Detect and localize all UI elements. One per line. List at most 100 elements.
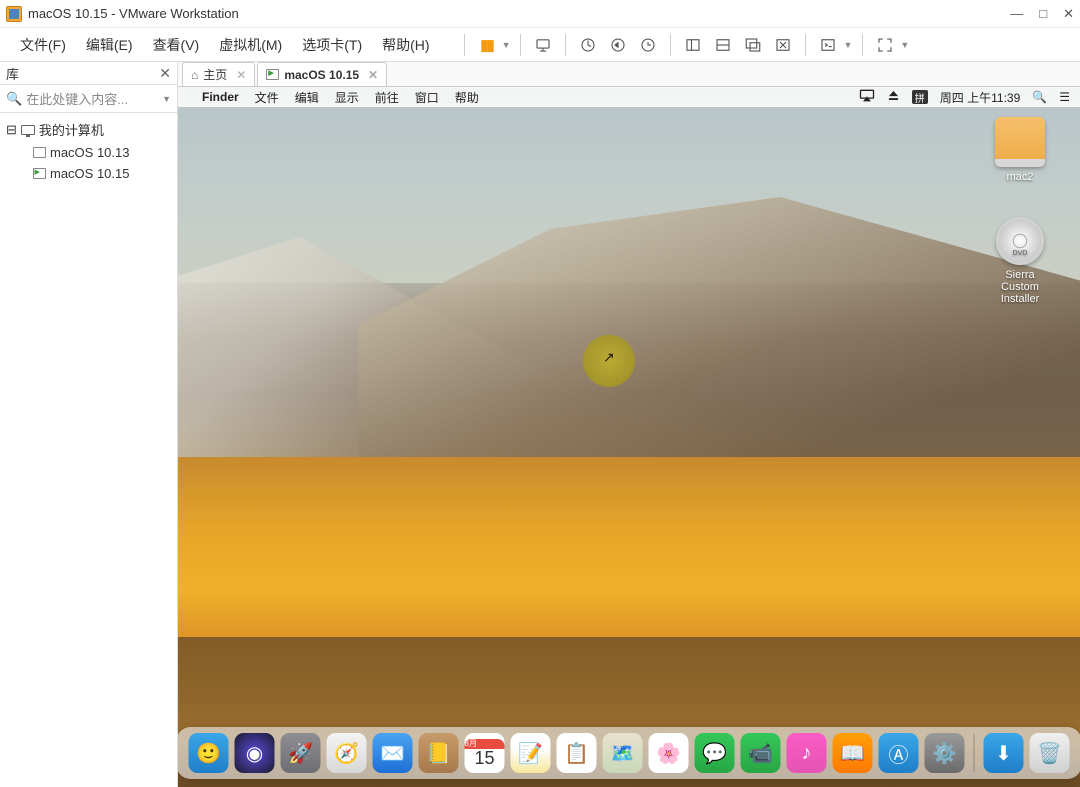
- menu-tabs[interactable]: 选项卡(T): [292, 31, 372, 59]
- macos-menu-help[interactable]: 帮助: [455, 89, 479, 106]
- snapshot-button[interactable]: [576, 34, 600, 56]
- dock-contacts-icon[interactable]: 📒: [419, 733, 459, 773]
- calendar-day-label: 15: [474, 749, 494, 767]
- input-source-button[interactable]: 拼: [912, 90, 928, 104]
- dock-facetime-icon[interactable]: 📹: [741, 733, 781, 773]
- dock-ibooks-icon[interactable]: 📖: [833, 733, 873, 773]
- menu-edit[interactable]: 编辑(E): [76, 31, 143, 59]
- view-unity-button[interactable]: [741, 34, 765, 56]
- app-menubar: 文件(F) 编辑(E) 查看(V) 虚拟机(M) 选项卡(T) 帮助(H) ▮▮…: [0, 28, 1080, 62]
- toolbar-separator: [464, 34, 465, 56]
- library-tree: ⊟ 我的计算机 macOS 10.13 macOS 10.15: [0, 113, 177, 188]
- tree-root-label: 我的计算机: [39, 120, 104, 139]
- menu-file[interactable]: 文件(F): [10, 31, 76, 59]
- dock-photos-icon[interactable]: 🌸: [649, 733, 689, 773]
- minimize-button[interactable]: —: [1010, 6, 1023, 22]
- macos-app-name[interactable]: Finder: [202, 90, 239, 104]
- dock-messages-icon[interactable]: 💬: [695, 733, 735, 773]
- view-exit-unity-button[interactable]: [771, 34, 795, 56]
- search-dropdown-icon[interactable]: ▼: [162, 94, 171, 104]
- toolbar-separator: [862, 34, 863, 56]
- cursor-highlight: [583, 335, 635, 387]
- dock-appstore-icon[interactable]: Ⓐ: [879, 733, 919, 773]
- menu-vm[interactable]: 虚拟机(M): [209, 31, 292, 59]
- home-icon: ⌂: [191, 68, 198, 82]
- dvd-icon: [996, 217, 1044, 265]
- manage-snapshot-button[interactable]: [636, 34, 660, 56]
- maximize-button[interactable]: □: [1039, 6, 1047, 22]
- dock-notes-icon[interactable]: 📝: [511, 733, 551, 773]
- tab-strip: ⌂ 主页 ✕ macOS 10.15 ✕: [178, 62, 1080, 87]
- dock-safari-icon[interactable]: 🧭: [327, 733, 367, 773]
- dock-separator: [974, 734, 975, 772]
- send-cad-button[interactable]: [531, 34, 555, 56]
- dock-itunes-icon[interactable]: ♪: [787, 733, 827, 773]
- close-button[interactable]: ✕: [1063, 6, 1074, 22]
- dock-preferences-icon[interactable]: ⚙️: [925, 733, 965, 773]
- library-close-button[interactable]: ✕: [159, 65, 171, 82]
- macos-dock: 🙂 ◉ 🚀 🧭 ✉️ 📒 8月 15 📝 📋 🗺️ 🌸 💬 📹 ♪ 📖 Ⓐ: [178, 727, 1080, 779]
- tab-close-icon[interactable]: ✕: [368, 68, 378, 82]
- dock-downloads-icon[interactable]: ⬇: [984, 733, 1024, 773]
- spotlight-icon[interactable]: 🔍: [1032, 90, 1047, 104]
- desktop-disk-label: mac2: [988, 171, 1052, 183]
- dock-trash-icon[interactable]: 🗑️: [1030, 733, 1070, 773]
- dock-calendar-icon[interactable]: 8月 15: [465, 733, 505, 773]
- revert-snapshot-button[interactable]: [606, 34, 630, 56]
- macos-clock[interactable]: 周四 上午11:39: [940, 89, 1020, 106]
- dock-launchpad-icon[interactable]: 🚀: [281, 733, 321, 773]
- fullscreen-dropdown-icon[interactable]: ▼: [900, 40, 909, 50]
- pause-vm-button[interactable]: ▮▮: [475, 34, 499, 56]
- notification-center-icon[interactable]: ☰: [1059, 90, 1070, 104]
- macos-menu-go[interactable]: 前往: [375, 89, 399, 106]
- library-sidebar: 库 ✕ 🔍 在此处键入内容... ▼ ⊟ 我的计算机 macOS 10.13 m…: [0, 62, 178, 787]
- library-search[interactable]: 🔍 在此处键入内容... ▼: [0, 85, 177, 113]
- eject-icon[interactable]: [887, 89, 900, 105]
- dock-maps-icon[interactable]: 🗺️: [603, 733, 643, 773]
- view-single-button[interactable]: [681, 34, 705, 56]
- dock-reminders-icon[interactable]: 📋: [557, 733, 597, 773]
- tree-vm-macos1015[interactable]: macOS 10.15: [4, 163, 173, 184]
- toolbar-separator: [565, 34, 566, 56]
- tree-vm-label: macOS 10.13: [50, 145, 130, 160]
- tab-close-icon[interactable]: ✕: [236, 68, 246, 82]
- desktop-disk-mac2[interactable]: mac2: [988, 117, 1052, 183]
- desktop-dvd-installer[interactable]: Sierra Custom Installer: [988, 217, 1052, 305]
- macos-menu-edit[interactable]: 编辑: [295, 89, 319, 106]
- tree-vm-label: macOS 10.15: [50, 166, 130, 181]
- tree-root-my-computer[interactable]: ⊟ 我的计算机: [4, 117, 173, 142]
- tab-home-label: 主页: [203, 66, 227, 83]
- computer-icon: [21, 125, 35, 135]
- vm-icon: [33, 147, 46, 158]
- menu-view[interactable]: 查看(V): [143, 31, 210, 59]
- window-controls: — □ ✕: [1010, 6, 1074, 22]
- airplay-icon[interactable]: [859, 89, 875, 105]
- vm-display[interactable]: Finder 文件 编辑 显示 前往 窗口 帮助 拼 周四 上午11:39 🔍 …: [178, 87, 1080, 787]
- window-title: macOS 10.15 - VMware Workstation: [28, 6, 239, 21]
- dock-finder-icon[interactable]: 🙂: [189, 733, 229, 773]
- toolbar-separator: [520, 34, 521, 56]
- fullscreen-button[interactable]: [873, 34, 897, 56]
- vm-running-icon: [266, 69, 279, 80]
- menu-help[interactable]: 帮助(H): [372, 31, 439, 59]
- toolbar: ▮▮ ▼ ▼ ▼: [460, 34, 910, 56]
- tab-vm-macos1015[interactable]: macOS 10.15 ✕: [257, 62, 387, 86]
- macos-menubar: Finder 文件 编辑 显示 前往 窗口 帮助 拼 周四 上午11:39 🔍 …: [178, 87, 1080, 107]
- console-dropdown-icon[interactable]: ▼: [843, 40, 852, 50]
- vm-running-icon: [33, 168, 46, 179]
- console-button[interactable]: [816, 34, 840, 56]
- tab-home[interactable]: ⌂ 主页 ✕: [182, 62, 255, 86]
- window-titlebar: macOS 10.15 - VMware Workstation — □ ✕: [0, 0, 1080, 28]
- macos-menu-file[interactable]: 文件: [255, 89, 279, 106]
- power-dropdown-icon[interactable]: ▼: [502, 40, 511, 50]
- dock-siri-icon[interactable]: ◉: [235, 733, 275, 773]
- tree-collapse-icon[interactable]: ⊟: [6, 122, 17, 138]
- toolbar-separator: [805, 34, 806, 56]
- tree-vm-macos1013[interactable]: macOS 10.13: [4, 142, 173, 163]
- tab-area: ⌂ 主页 ✕ macOS 10.15 ✕ Finder 文件 编辑 显示: [178, 62, 1080, 787]
- tab-vm-label: macOS 10.15: [284, 68, 359, 82]
- view-console-button[interactable]: [711, 34, 735, 56]
- macos-menu-view[interactable]: 显示: [335, 89, 359, 106]
- dock-mail-icon[interactable]: ✉️: [373, 733, 413, 773]
- macos-menu-window[interactable]: 窗口: [415, 89, 439, 106]
